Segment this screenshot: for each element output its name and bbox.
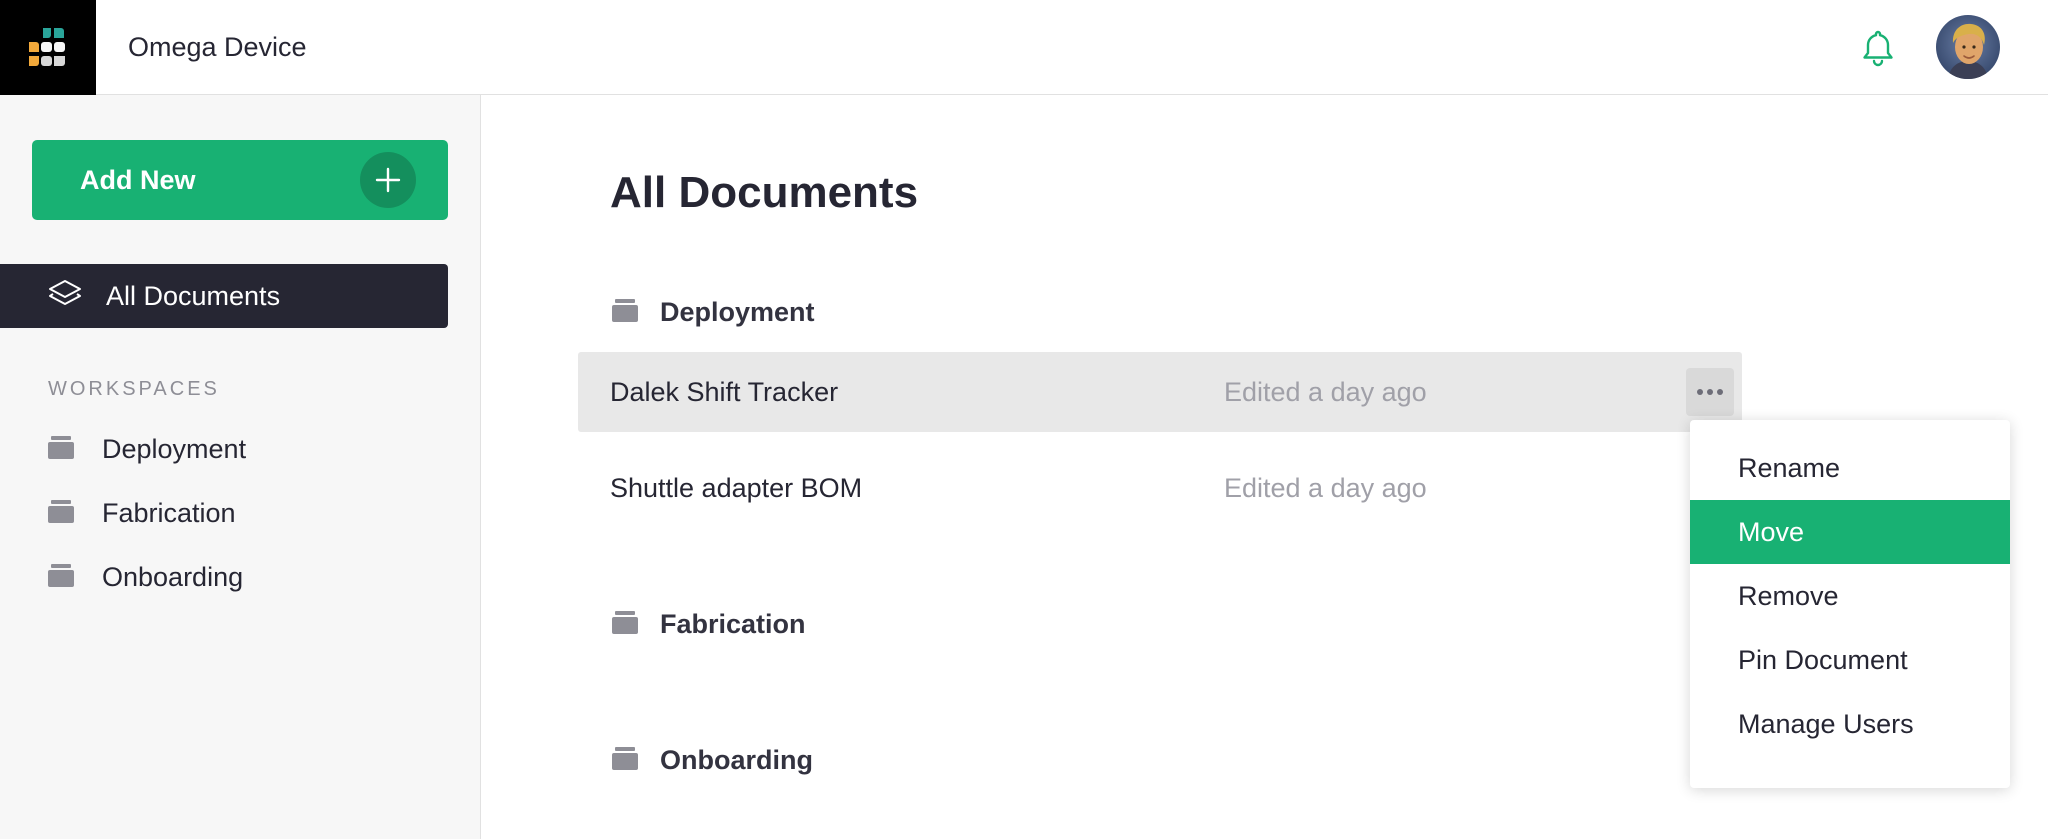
more-options-button[interactable] (1686, 368, 1734, 416)
document-row[interactable]: Dalek Shift Tracker Edited a day ago (578, 352, 1742, 432)
document-name: Shuttle adapter BOM (610, 472, 863, 503)
document-context-menu: Rename Move Remove Pin Document Manage U… (1690, 420, 2010, 788)
sidebar-item-label: All Documents (106, 280, 281, 311)
folder-icon (612, 746, 638, 775)
folder-icon (612, 298, 638, 327)
sidebar-item-label: Deployment (102, 433, 247, 464)
app-logo[interactable] (0, 0, 96, 95)
page-title: All Documents (610, 168, 919, 217)
document-row[interactable]: Shuttle adapter BOM Edited a day ago (578, 448, 1742, 528)
menu-item-rename[interactable]: Rename (1690, 436, 2010, 500)
add-new-button[interactable]: Add New (32, 140, 448, 220)
folder-icon (48, 435, 74, 464)
section-deployment[interactable]: Deployment (612, 292, 815, 332)
sidebar-item-all-documents[interactable]: All Documents (0, 264, 448, 328)
sidebar-item-label: Onboarding (102, 561, 244, 592)
sidebar: Omega Device Add New All Documents WORKS… (0, 0, 481, 839)
menu-item-manage-users[interactable]: Manage Users (1690, 692, 2010, 756)
section-onboarding[interactable]: Onboarding (612, 740, 813, 780)
menu-item-move[interactable]: Move (1690, 500, 2010, 564)
folder-icon (48, 499, 74, 528)
menu-item-remove[interactable]: Remove (1690, 564, 2010, 628)
user-avatar[interactable] (1936, 15, 2000, 79)
document-edited: Edited a day ago (1224, 472, 1427, 503)
leaf-grid-logo-icon (29, 27, 65, 66)
add-new-label: Add New (80, 164, 196, 195)
bell-icon[interactable] (1858, 28, 1898, 68)
sidebar-item-deployment[interactable]: Deployment (48, 429, 246, 469)
folder-icon (48, 563, 74, 592)
section-fabrication[interactable]: Fabrication (612, 604, 806, 644)
org-header: Omega Device (0, 0, 481, 95)
plus-icon (360, 152, 416, 208)
workspaces-heading: WORKSPACES (48, 378, 220, 400)
sidebar-item-onboarding[interactable]: Onboarding (48, 557, 243, 597)
section-title: Deployment (660, 296, 815, 327)
sidebar-item-fabrication[interactable]: Fabrication (48, 493, 236, 533)
folder-icon (612, 610, 638, 639)
ellipsis-icon (1695, 389, 1725, 395)
top-bar (481, 0, 2048, 95)
section-title: Onboarding (660, 744, 813, 775)
document-name: Dalek Shift Tracker (610, 376, 839, 407)
menu-item-pin-document[interactable]: Pin Document (1690, 628, 2010, 692)
sidebar-item-label: Fabrication (102, 497, 236, 528)
document-edited: Edited a day ago (1224, 376, 1427, 407)
layers-icon (48, 279, 82, 314)
section-title: Fabrication (660, 608, 806, 639)
org-name[interactable]: Omega Device (128, 32, 307, 63)
